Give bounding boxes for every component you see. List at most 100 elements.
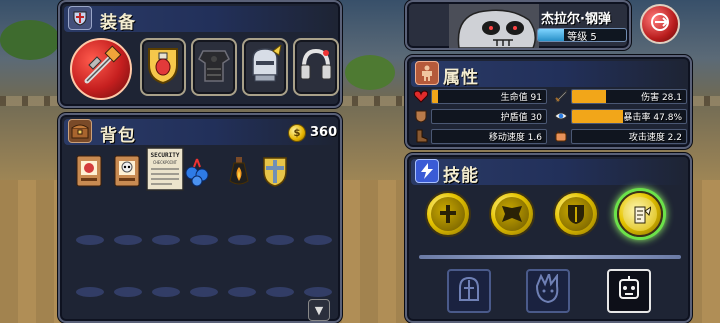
backpack-empty-slot[interactable]	[266, 235, 294, 245]
skill-slot-4[interactable]	[617, 191, 663, 237]
scroll-card-skull-icon	[114, 155, 140, 191]
stat-bar: 暴击率 47.8%	[571, 108, 687, 124]
exit-arrow-icon	[649, 11, 671, 38]
trash-arrow-icon: ▼	[314, 303, 324, 317]
weapon-axe-icon	[79, 45, 123, 93]
backpack-empty-slot[interactable]	[228, 235, 256, 245]
equipment-panel: 装备	[58, 0, 342, 108]
stat-label: 移动速度 1.6	[488, 132, 542, 143]
stat-attack-speed: 攻击速度 2.2	[553, 127, 687, 145]
sword-icon	[553, 88, 569, 104]
exit-button[interactable]	[640, 4, 680, 44]
armor-icon	[413, 108, 429, 124]
stat-fill	[432, 89, 438, 103]
winged-scroll-skill-icon	[623, 197, 657, 231]
stat-label: 伤害 28.1	[641, 92, 682, 103]
passive-slot-2[interactable]	[526, 269, 570, 313]
wings-skill-icon	[495, 197, 529, 231]
backpack-item[interactable]	[182, 155, 212, 191]
tree-decoration	[345, 55, 395, 90]
robot-head-passive-icon	[614, 274, 644, 308]
backpack-empty-slot[interactable]	[152, 287, 180, 297]
lightning-icon	[415, 159, 439, 183]
backpack-item[interactable]	[260, 155, 290, 191]
hero-name: 杰拉尔·钢弹	[541, 12, 611, 27]
backpack-panel: 背包 $ 360 SECURITY CHECKPOINT ▼	[58, 113, 342, 323]
backpack-empty-slot[interactable]	[114, 287, 142, 297]
backpack-empty-slot[interactable]	[190, 235, 218, 245]
skull-warrior-portrait	[449, 4, 539, 48]
backpack-item[interactable]	[112, 155, 142, 191]
stat-damage: 伤害 28.1	[553, 87, 687, 105]
stat-fill	[572, 89, 607, 103]
stat-label: 暴击率 47.8%	[623, 112, 682, 123]
hero-card: 杰拉尔·钢弹 等级 5	[405, 0, 631, 50]
stat-bar: 生命值 91	[431, 88, 547, 104]
stat-label: 攻击速度 2.2	[628, 132, 682, 143]
equip-slot-head-accessory[interactable]	[293, 38, 339, 96]
stat-bar: 伤害 28.1	[571, 88, 687, 104]
backpack-item[interactable]	[74, 155, 104, 191]
passive-slot-1[interactable]	[447, 269, 491, 313]
backpack-title: 背包	[100, 126, 136, 146]
gold-amount: 360	[310, 125, 338, 140]
tree-decoration	[0, 20, 60, 60]
attributes-title: 属性	[443, 68, 479, 88]
backpack-empty-slot[interactable]	[152, 235, 180, 245]
attributes-panel: 属性 生命值 91 护盾值 30 移动速度 1.6 伤害 28.1 暴击率 47…	[405, 55, 692, 149]
svg-text:CHECKPOINT: CHECKPOINT	[153, 160, 178, 165]
backpack-empty-slot[interactable]	[190, 287, 218, 297]
backpack-empty-slot[interactable]	[114, 235, 142, 245]
shield-crest-icon	[68, 6, 92, 30]
knight-helmet-icon	[247, 43, 283, 89]
blue-fruit-icon	[184, 155, 210, 191]
stat-move-speed: 移动速度 1.6	[413, 127, 547, 145]
equipment-title: 装备	[100, 13, 136, 33]
skills-title: 技能	[443, 166, 479, 186]
cross-skill-icon	[431, 197, 465, 231]
shield-skill-icon	[559, 197, 593, 231]
security-checkpoint-sign-icon: SECURITY CHECKPOINT	[146, 147, 184, 195]
stat-shield: 护盾值 30	[413, 107, 547, 125]
equip-slot-weapon[interactable]	[70, 38, 132, 100]
passive-slot-3[interactable]	[607, 269, 651, 313]
helmet-passive-icon	[454, 274, 484, 308]
backpack-empty-slot[interactable]	[228, 287, 256, 297]
eye-icon	[553, 108, 569, 124]
spiky-hair-passive-icon	[533, 270, 563, 308]
discard-button[interactable]: ▼	[308, 299, 330, 321]
stat-bar: 移动速度 1.6	[431, 128, 547, 144]
skill-slot-3[interactable]	[553, 191, 599, 237]
equip-slot-accessory[interactable]	[140, 38, 186, 96]
body-figure-icon	[415, 61, 439, 85]
backpack-empty-slot[interactable]	[76, 235, 104, 245]
backpack-empty-slot[interactable]	[304, 287, 332, 297]
stat-label: 护盾值 30	[500, 112, 542, 123]
backpack-empty-slot[interactable]	[266, 287, 294, 297]
svg-text:SECURITY: SECURITY	[151, 152, 180, 159]
hero-level-bar: 等级 5	[537, 28, 627, 42]
cross-shield-icon	[262, 155, 288, 191]
boot-icon	[413, 128, 429, 144]
stat-bar: 护盾值 30	[431, 108, 547, 124]
backpack-item[interactable]: SECURITY CHECKPOINT	[146, 147, 184, 195]
chest-icon	[68, 119, 92, 143]
stat-bar: 攻击速度 2.2	[571, 128, 687, 144]
stat-crit-rate: 暴击率 47.8%	[553, 107, 687, 125]
skill-slot-2[interactable]	[489, 191, 535, 237]
backpack-empty-slot[interactable]	[76, 287, 104, 297]
stat-fill	[572, 109, 624, 123]
equip-slot-armor[interactable]	[191, 38, 237, 96]
fire-flask-icon	[226, 155, 252, 191]
potion-shield-icon	[146, 45, 180, 89]
stat-health: 生命值 91	[413, 87, 547, 105]
skills-divider	[419, 255, 681, 259]
headphone-icon	[298, 45, 334, 89]
backpack-item[interactable]	[224, 155, 254, 191]
backpack-empty-slot[interactable]	[304, 235, 332, 245]
equip-slot-helmet[interactable]	[242, 38, 288, 96]
hero-level-label: 等级 5	[567, 31, 597, 42]
skill-slot-1[interactable]	[425, 191, 471, 237]
dark-armor-icon	[197, 45, 231, 89]
fist-icon	[553, 128, 569, 144]
